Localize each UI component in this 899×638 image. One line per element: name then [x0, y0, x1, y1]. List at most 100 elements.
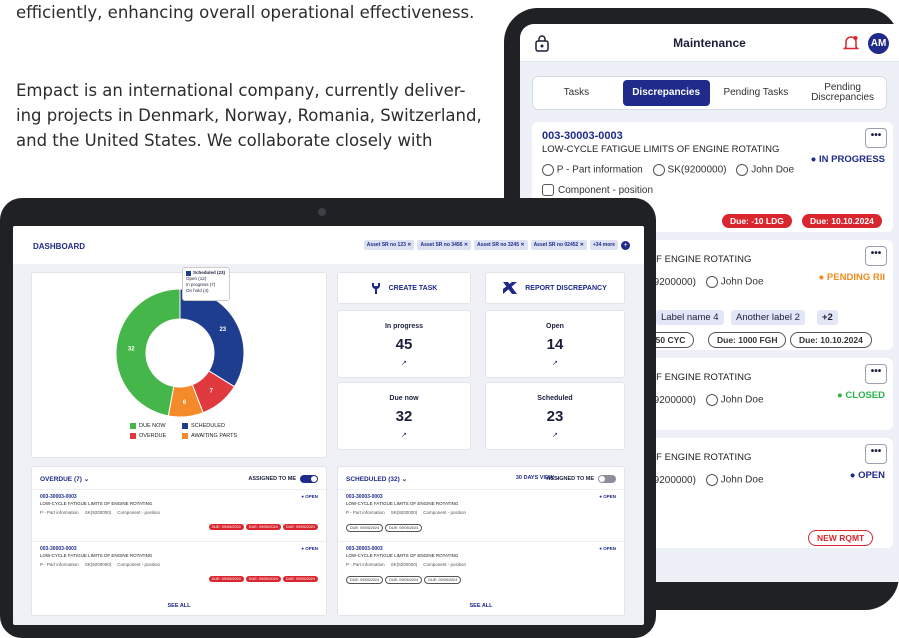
list-item[interactable]: 003-30003-0003 LOW-CYCLE FATIGUE LIMITS … [338, 541, 624, 593]
page-title: DASHBOARD [33, 242, 85, 251]
more-options-button[interactable]: ••• [865, 444, 887, 464]
intro-line-1: efficiently, enhancing overall operation… [16, 3, 475, 22]
tablet-dashboard: DASHBOARD Asset SR no 123 ✕ Asset SR no … [0, 198, 656, 638]
create-task-button[interactable]: CREATE TASK [337, 272, 471, 304]
external-link-icon[interactable]: ↗ [486, 431, 624, 439]
status-badge: ● OPEN [849, 470, 885, 481]
stat-due-now[interactable]: Due now 32 ↗ [337, 382, 471, 450]
due-badges: DUE: 09/05/2024 DUE: 09/05/2024 [346, 524, 423, 532]
legend-scheduled: SCHEDULED [182, 423, 225, 429]
donut-slice-scheduled[interactable] [179, 288, 245, 388]
item-id: 003-30003-0003 [40, 546, 77, 552]
assigned-to-me-toggle[interactable]: ASSIGNED TO ME [248, 475, 318, 483]
tab-pending-tasks[interactable]: Pending Tasks [713, 77, 800, 109]
see-all-link[interactable]: SEE ALL [338, 603, 624, 609]
overdue-dropdown[interactable]: OVERDUE (7) ⌄ [40, 475, 89, 483]
more-options-button[interactable]: ••• [865, 128, 887, 148]
due-badges: DUE: 09/05/2024 DUE: 09/05/2024 DUE: 09/05… [346, 576, 462, 584]
more-options-button[interactable]: ••• [865, 246, 887, 266]
more-options-button[interactable]: ••• [865, 364, 887, 384]
bell-icon[interactable] [843, 34, 859, 52]
scheduled-dropdown[interactable]: SCHEDULED (32) ⌄ [346, 475, 407, 483]
tab-discrepancies[interactable]: Discrepancies [622, 80, 710, 106]
dashboard-header: DASHBOARD Asset SR no 123 ✕ Asset SR no … [13, 226, 644, 264]
chart-tooltip: Scheduled (23) Open (12) In progress (7)… [182, 267, 230, 301]
user-icon [705, 276, 718, 288]
component-info: Component - position [542, 184, 653, 196]
tab-pending-discrepancies[interactable]: Pending Discrepancies [799, 77, 886, 109]
assignee: John Doe [705, 474, 764, 486]
see-all-link[interactable]: SEE ALL [32, 603, 326, 609]
scheduled-list: SCHEDULED (32) ⌄ 30 DAYS VIEW ⌄ ASSIGNED… [337, 466, 625, 616]
stat-label: Due now [389, 395, 419, 402]
stat-value: 45 [395, 336, 413, 353]
stat-label: Open [546, 323, 564, 330]
toggle-switch[interactable] [598, 475, 616, 483]
asset-chip[interactable]: Asset SR no 123 ✕ [363, 240, 415, 250]
add-asset-button[interactable]: + [621, 240, 630, 250]
donut-slice-due-now[interactable] [115, 288, 181, 417]
item-name: LOW-CYCLE FATIGUE LIMITS OF ENGINE ROTAT… [40, 553, 153, 558]
item-meta: P - Part information SK(9200000) Component… [40, 562, 160, 567]
status-donut-chart: 237632 [115, 288, 245, 418]
maintenance-title: Maintenance [673, 35, 746, 50]
intro-p2-line-1: Empact is an international company, curr… [16, 81, 466, 100]
stat-label: Scheduled [537, 395, 573, 402]
report-discrepancy-button[interactable]: REPORT DISCREPANCY [485, 272, 625, 304]
item-name: LOW-CYCLE FATIGUE LIMITS OF ENGINE ROTAT… [346, 501, 459, 506]
status-badge: ● OPEN [301, 494, 318, 499]
item-id: 003-30003-0003 [346, 494, 383, 500]
card-meta: P - Part information SK(9200000) John Do… [542, 164, 794, 176]
label-chip: Label name 4 [656, 310, 724, 325]
asset-chip[interactable]: Asset SR no 3245 ✕ [474, 240, 528, 250]
tab-tasks[interactable]: Tasks [533, 77, 620, 109]
list-item[interactable]: 003-30003-0003 LOW-CYCLE FATIGUE LIMITS … [32, 541, 326, 593]
legend-due-now: DUE NOW [130, 423, 166, 429]
status-chart-panel: 23 7 6 32 Scheduled (23) Open (12) In progr… [31, 267, 327, 458]
stat-value: 23 [546, 408, 564, 425]
item-meta: P - Part information SK(9200000) Component… [346, 562, 466, 567]
stat-value: 32 [395, 408, 413, 425]
item-id: 003-30003-0003 [346, 546, 383, 552]
label-chip-more[interactable]: +2 [817, 310, 838, 325]
asset-filter-chips: Asset SR no 123 ✕ Asset SR no 3456 ✕ Ass… [363, 240, 630, 250]
stat-value: 14 [546, 336, 564, 353]
due-badge: Due: 1000 FGH [708, 332, 787, 348]
external-link-icon[interactable]: ↗ [486, 359, 624, 367]
external-link-icon[interactable]: ↗ [338, 431, 470, 439]
part-info: P - Part information [542, 164, 643, 176]
more-assets-chip[interactable]: +34 more [589, 240, 618, 250]
list-item[interactable]: 003-30003-0003 LOW-CYCLE FATIGUE LIMITS … [32, 489, 326, 541]
avatar[interactable]: AM [868, 33, 889, 54]
card-name: LOW-CYCLE FATIGUE LIMITS OF ENGINE ROTAT… [542, 144, 780, 155]
due-date-badge: Due: 10.10.2024 [790, 332, 872, 348]
asset-chip[interactable]: Asset SR no 02452 ✕ [530, 240, 587, 250]
external-link-icon[interactable]: ↗ [338, 359, 470, 367]
donut-label: 32 [128, 346, 135, 352]
intro-p2-line-3: and the United States. We collaborate cl… [16, 131, 433, 150]
part-icon [542, 164, 554, 176]
intro-text: efficiently, enhancing overall operation… [16, 0, 486, 150]
stat-open[interactable]: Open 14 ↗ [485, 310, 625, 378]
stat-in-progress[interactable]: In progress 45 ↗ [337, 310, 471, 378]
toggle-switch[interactable] [300, 475, 318, 483]
assignee: John Doe [705, 394, 764, 406]
assigned-to-me-toggle[interactable]: ASSIGNED TO ME [546, 475, 616, 483]
asset-chip[interactable]: Asset SR no 3456 ✕ [417, 240, 472, 250]
item-name: LOW-CYCLE FATIGUE LIMITS OF ENGINE ROTAT… [346, 553, 459, 558]
item-meta: P - Part information SK(9200000) Component… [346, 510, 466, 515]
status-badge: ● PENDING RII [818, 272, 885, 283]
wrench-icon [371, 283, 380, 294]
assignee: John Doe [705, 276, 764, 288]
stat-scheduled[interactable]: Scheduled 23 ↗ [485, 382, 625, 450]
due-badges: DUE: 09/05/2024 DUE: 09/05/2024 DUE: 09/05… [208, 524, 318, 530]
gear-icon [542, 184, 554, 196]
tooltip-row: On hold (4) [186, 288, 209, 293]
user-icon [705, 394, 718, 406]
lock-icon[interactable] [534, 34, 550, 52]
legend-overdue: OVERDUE [130, 433, 166, 439]
user-icon [705, 474, 718, 486]
due-badges: DUE: 09/05/2024 DUE: 09/05/2024 DUE: 09/05… [208, 576, 318, 582]
camera-dot [318, 208, 326, 216]
list-item[interactable]: 003-30003-0003 LOW-CYCLE FATIGUE LIMITS … [338, 489, 624, 541]
